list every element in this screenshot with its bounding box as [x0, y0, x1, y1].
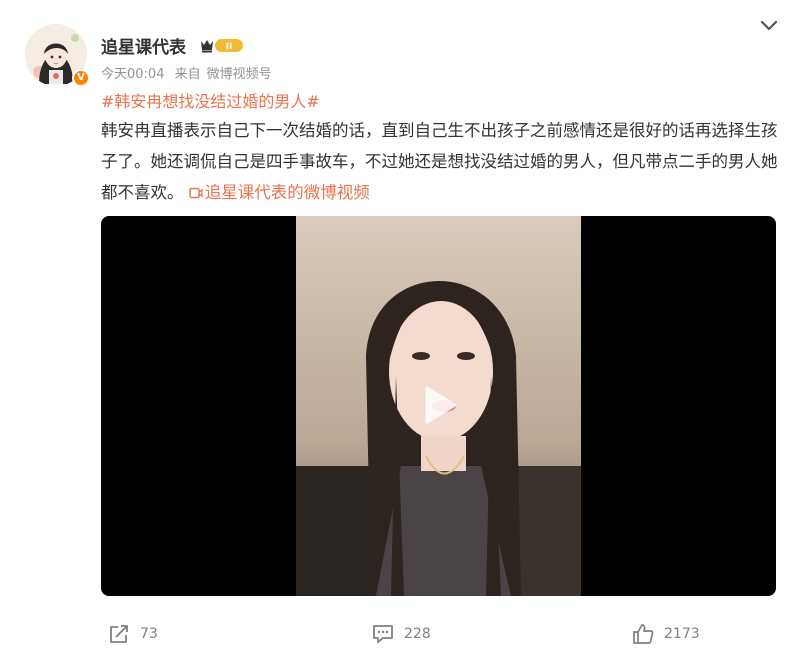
author-name[interactable]: 追星课代表 — [101, 33, 186, 58]
video-player[interactable] — [101, 216, 776, 596]
comment-icon — [373, 625, 393, 643]
weibo-post-card: V 追星课代表 II 今天00:04 来自 微博视频号 #韩安冉想找没结过婚的男人… — [0, 0, 808, 659]
like-button[interactable]: 2173 — [632, 622, 700, 646]
vip-level-text: II — [226, 42, 233, 52]
play-icon[interactable] — [415, 382, 461, 428]
comment-count: 228 — [404, 626, 431, 642]
hashtag-link[interactable]: #韩安冉想找没结过婚的男人# — [101, 88, 320, 112]
repost-button[interactable]: 73 — [108, 622, 158, 646]
chevron-down-icon[interactable] — [758, 17, 780, 35]
post-source[interactable]: 微博视频号 — [207, 67, 272, 82]
post-timestamp[interactable]: 今天00:04 — [101, 67, 164, 82]
action-bar: 73 228 2173 — [0, 612, 808, 659]
comment-button[interactable]: 228 — [372, 622, 431, 646]
video-link-icon — [189, 187, 203, 199]
like-icon — [633, 624, 654, 644]
video-source-link[interactable]: 追星课代表的微博视频 — [189, 183, 370, 202]
verified-badge: V — [72, 69, 90, 87]
source-prefix: 来自 — [174, 67, 201, 82]
repost-count: 73 — [140, 626, 158, 642]
post-meta: 今天00:04 来自 微博视频号 — [101, 63, 278, 82]
video-link-label: 追星课代表的微博视频 — [204, 183, 370, 202]
like-count: 2173 — [664, 626, 700, 642]
vip-crown-icon[interactable]: II — [199, 36, 245, 54]
post-content: 韩安冉直播表示自己下一次结婚的话，直到自己生不出孩子之前感情还是很好的话再选择生… — [101, 115, 781, 208]
repost-icon — [110, 625, 128, 643]
